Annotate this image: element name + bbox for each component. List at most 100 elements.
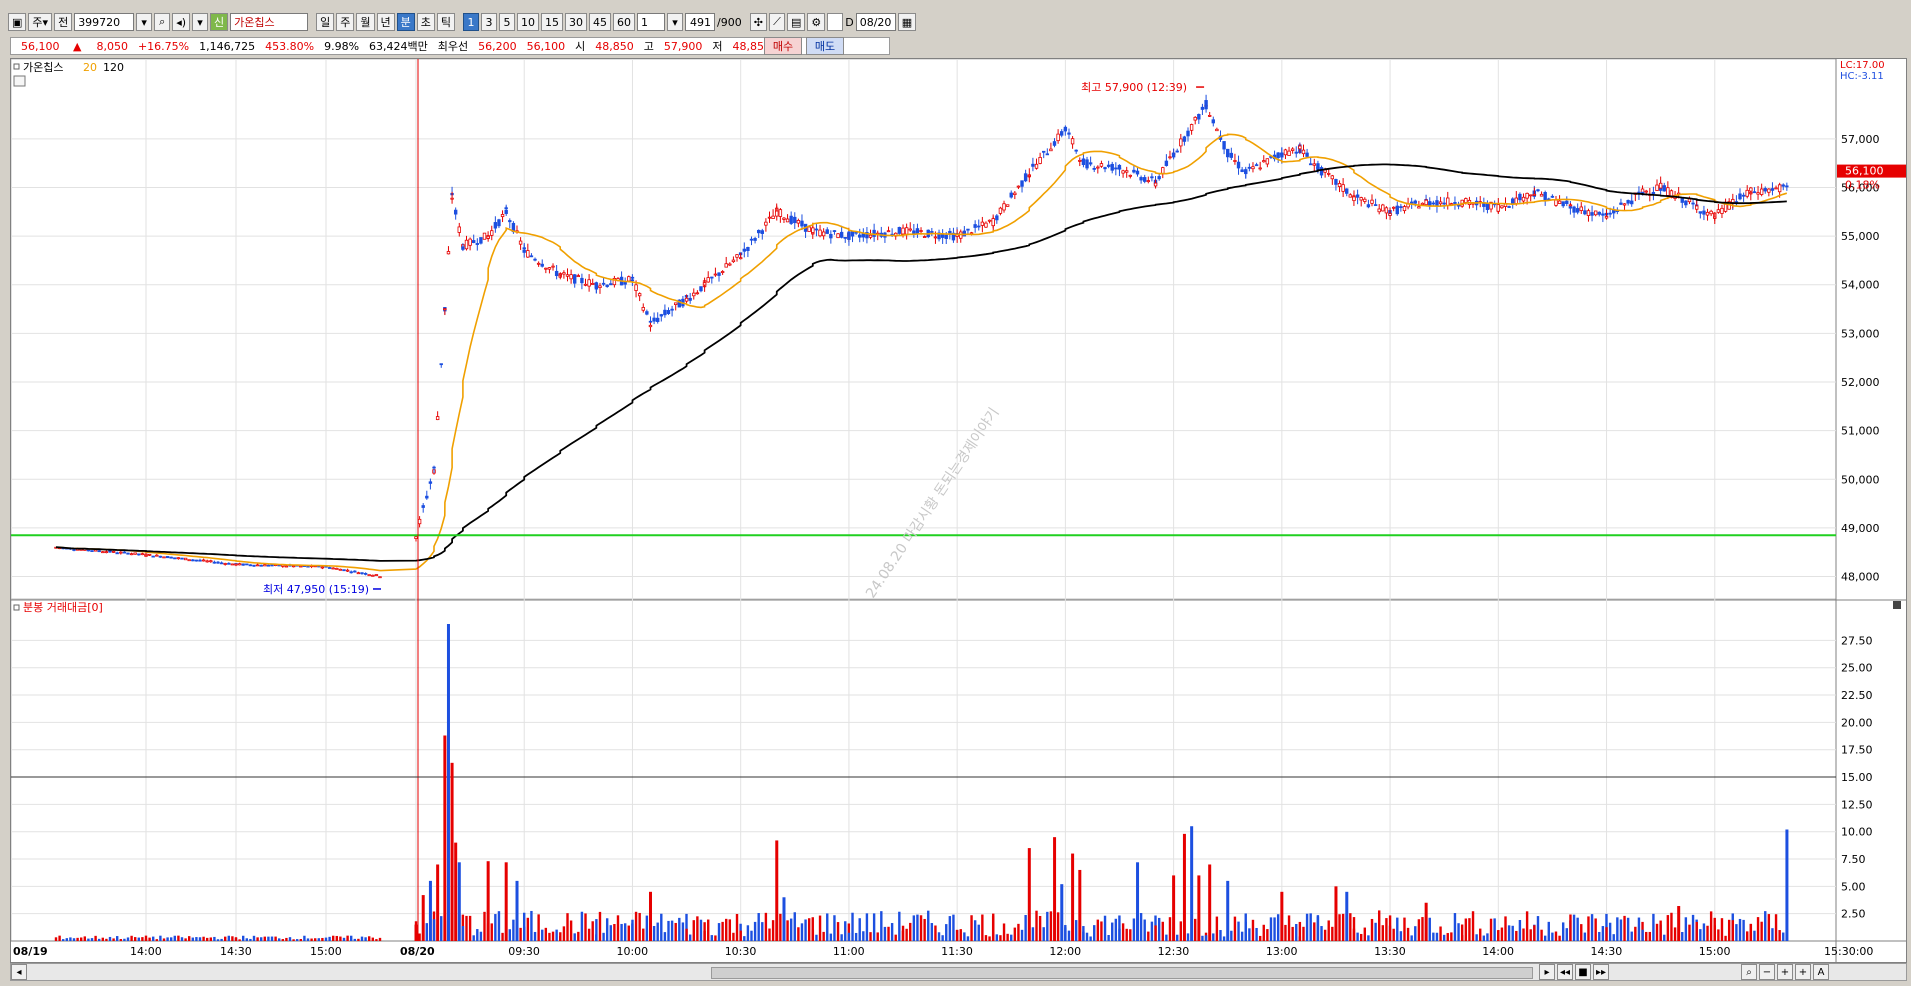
candle-body xyxy=(1081,158,1086,166)
volume-bar xyxy=(202,936,205,941)
volume-bar xyxy=(1760,921,1763,941)
candle-body xyxy=(811,227,815,233)
candle-body xyxy=(1020,180,1024,187)
volume-bar xyxy=(1731,920,1735,941)
move-icon[interactable]: + xyxy=(1777,964,1793,980)
volume-bar xyxy=(1161,921,1164,941)
rewind-icon[interactable]: ◂◂ xyxy=(1557,964,1573,980)
layout-icon[interactable]: ▣ xyxy=(8,13,27,31)
volume-bar xyxy=(541,929,544,941)
period-second[interactable]: 초 xyxy=(416,13,435,31)
volume-bar xyxy=(1017,923,1020,941)
vol-legend-box-icon[interactable] xyxy=(13,604,20,611)
period-year[interactable]: 년 xyxy=(376,13,395,31)
calendar-icon[interactable]: ▦ xyxy=(897,13,917,31)
candle-body xyxy=(371,574,375,577)
chart-area[interactable]: 08/19 14:00 14:30 15:00 08/20 09:30 10:00 10:30… xyxy=(10,58,1907,963)
volume-panel[interactable] xyxy=(11,598,1837,942)
search-icon[interactable]: ⌕ xyxy=(154,13,171,31)
period-month[interactable]: 월 xyxy=(356,13,375,31)
zoom-in-icon[interactable]: + xyxy=(1795,964,1811,980)
candle-body xyxy=(785,218,790,223)
interval-15[interactable]: 15 xyxy=(541,13,564,31)
chart-scrollbar[interactable]: ◂ ▸ ◂◂ ■ ▸▸ ⌕ − + + A xyxy=(10,963,1907,981)
candle-body xyxy=(374,574,379,576)
volume-bar xyxy=(256,937,259,941)
count-input[interactable]: 491 xyxy=(685,13,716,31)
stock-code-input[interactable]: 399720 xyxy=(74,13,135,31)
interval-30[interactable]: 30 xyxy=(565,13,588,31)
stop-icon[interactable]: ■ xyxy=(1575,964,1591,980)
speaker-icon[interactable]: ◂) xyxy=(172,13,191,31)
volume-bar xyxy=(303,935,306,941)
candle-body xyxy=(126,552,130,555)
mode-select[interactable]: 주 ▾ xyxy=(28,13,53,31)
forward-icon[interactable]: ▸▸ xyxy=(1593,964,1609,980)
scroll-thumb[interactable] xyxy=(711,967,1533,979)
candle-body xyxy=(122,551,127,554)
period-minute[interactable]: 분 xyxy=(396,13,415,31)
scroll-right-icon[interactable]: ▸ xyxy=(1539,964,1555,980)
candle-body xyxy=(1529,194,1533,197)
interval-3[interactable]: 3 xyxy=(481,13,498,31)
candle-body xyxy=(453,209,458,215)
period-week[interactable]: 주 xyxy=(336,13,355,31)
legend-box-icon[interactable] xyxy=(13,63,20,70)
volume-bar xyxy=(753,921,757,941)
candle-body xyxy=(558,273,563,276)
period-tick[interactable]: 틱 xyxy=(436,13,456,31)
sell-button[interactable]: 매도 xyxy=(806,37,844,55)
volume-bar xyxy=(678,917,681,941)
scroll-left-icon[interactable]: ◂ xyxy=(11,964,27,980)
date-checkbox[interactable] xyxy=(827,13,844,31)
zoom-out-icon[interactable]: − xyxy=(1759,964,1775,980)
volume-bar xyxy=(238,939,241,941)
market-button[interactable]: 전 xyxy=(54,13,73,31)
volume-tick-label: 10.00 xyxy=(1841,826,1873,839)
volume-bar xyxy=(1536,916,1540,941)
volume-bar xyxy=(1100,921,1103,941)
candle-body xyxy=(1265,158,1270,165)
interval-1[interactable]: 1 xyxy=(463,13,480,31)
volume-bar xyxy=(847,932,851,941)
volume-bar xyxy=(927,910,930,941)
trend-tool-icon[interactable]: ⟋ xyxy=(768,13,785,31)
crosshair-icon[interactable]: ✣ xyxy=(749,13,767,31)
candle-body xyxy=(1150,176,1154,179)
multiplier-input[interactable]: 1 xyxy=(637,13,666,31)
volume-bar xyxy=(584,913,587,941)
candle-body xyxy=(1319,167,1324,176)
zoom-icon[interactable]: ⌕ xyxy=(1741,964,1757,980)
candle-body xyxy=(223,563,227,565)
interval-5[interactable]: 5 xyxy=(499,13,516,31)
date-input[interactable]: 08/20 xyxy=(855,13,896,31)
period-day[interactable]: 일 xyxy=(316,13,335,31)
stock-name-field[interactable]: 가온칩스 xyxy=(230,13,309,31)
text-tool-icon[interactable]: A xyxy=(1813,964,1829,980)
settings-icon[interactable]: ⚙ xyxy=(807,13,826,31)
grid-toggle-icon[interactable] xyxy=(13,75,26,87)
volume-bar xyxy=(862,931,865,941)
multiplier-dropdown-icon[interactable]: ▾ xyxy=(667,13,684,31)
save-icon[interactable]: ▤ xyxy=(786,13,806,31)
price-tick-label: 49,000 xyxy=(1841,522,1880,535)
candle-body xyxy=(793,216,797,224)
interval-10[interactable]: 10 xyxy=(517,13,540,31)
interval-45[interactable]: 45 xyxy=(589,13,612,31)
candle-body xyxy=(1597,211,1601,215)
buy-button[interactable]: 매수 xyxy=(764,37,802,55)
main-toolbar: ▣ 주 ▾ 전 399720 ▾ ⌕ ◂) ▾ 신 가온칩스 일 주 월 년 분 … xyxy=(8,11,917,33)
candle-body xyxy=(425,495,429,499)
speaker-dropdown-icon[interactable]: ▾ xyxy=(192,13,209,31)
volume-bar xyxy=(1150,921,1154,941)
panel-close-icon[interactable] xyxy=(1893,601,1901,609)
xaxis-label: 15:00 xyxy=(1699,945,1731,958)
interval-60[interactable]: 60 xyxy=(613,13,636,31)
volume-bar xyxy=(497,911,501,941)
volume-bar xyxy=(101,937,104,941)
volume-bar xyxy=(252,935,256,941)
code-dropdown-icon[interactable]: ▾ xyxy=(136,13,153,31)
volume-bar xyxy=(1608,922,1612,941)
volume-bar xyxy=(1132,918,1136,941)
price-tick-label: 57,000 xyxy=(1841,133,1880,146)
